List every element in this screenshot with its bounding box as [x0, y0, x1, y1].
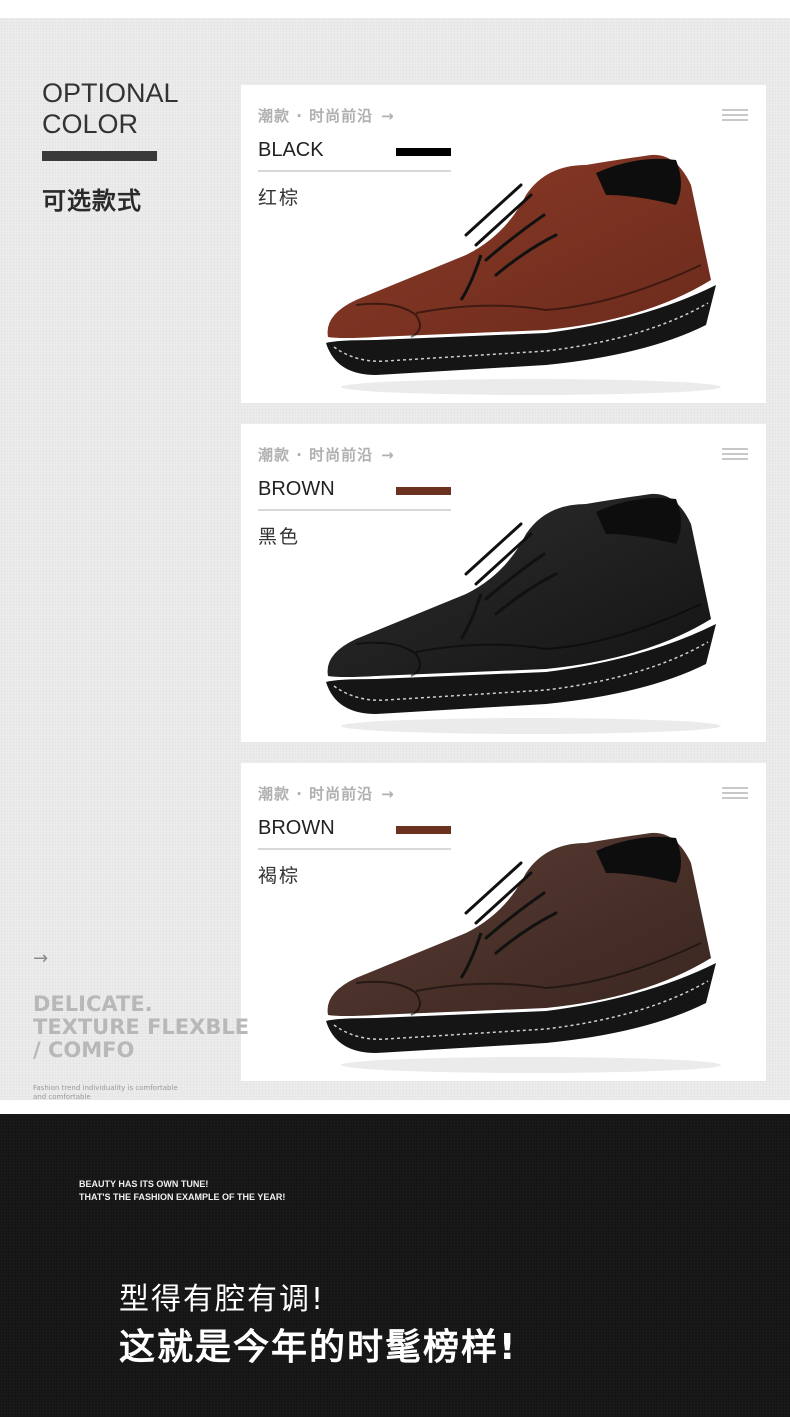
banner-en-text: BEAUTY HAS ITS OWN TUNE! THAT'S THE FASH… — [79, 1178, 285, 1204]
side-slogan: DELICATE. TEXTURE FLEXBLE / COMFO — [33, 993, 249, 1062]
color-card-2[interactable]: 潮款 · 时尚前沿 → BROWN 黑色 — [241, 424, 766, 742]
card-tag: 潮款 · 时尚前沿 → — [258, 785, 395, 803]
title-divider — [42, 151, 157, 161]
title-line-2: COLOR — [42, 109, 139, 139]
color-name-cn: 黑色 — [258, 526, 301, 548]
slogan-line: / COMFO — [33, 1038, 135, 1062]
menu-icon — [722, 109, 748, 123]
arrow-right-icon: → — [381, 107, 395, 125]
arrow-right-icon: → — [381, 785, 395, 803]
banner-en-line: BEAUTY HAS ITS OWN TUNE! — [79, 1179, 209, 1189]
side-caption: Fashion trend individuality is comfortab… — [33, 1084, 193, 1102]
section-title-cn: 可选款式 — [42, 187, 142, 215]
color-name-cn: 褐棕 — [258, 865, 301, 887]
slogan-line: DELICATE. — [33, 992, 153, 1016]
banner-cn-line-1: 型得有腔有调! — [119, 1282, 326, 1317]
color-name-en: BLACK — [258, 139, 324, 161]
shoe-image — [326, 154, 721, 395]
slogan-banner: BEAUTY HAS ITS OWN TUNE! THAT'S THE FASH… — [0, 1114, 790, 1417]
arrow-right-icon: → — [381, 446, 395, 464]
arrow-right-icon: → — [33, 948, 49, 969]
color-card-3[interactable]: 潮款 · 时尚前沿 → BROWN 褐棕 — [241, 763, 766, 1081]
product-color-page: OPTIONAL COLOR 可选款式 潮款 · 时尚前沿 → BLACK 红棕 … — [0, 0, 790, 1417]
menu-icon — [722, 448, 748, 462]
title-line-1: OPTIONAL — [42, 78, 179, 108]
card-tag: 潮款 · 时尚前沿 → — [258, 107, 395, 125]
banner-en-line: THAT'S THE FASHION EXAMPLE OF THE YEAR! — [79, 1192, 286, 1202]
color-options-section: OPTIONAL COLOR 可选款式 潮款 · 时尚前沿 → BLACK 红棕 … — [0, 18, 790, 1102]
menu-icon — [722, 787, 748, 801]
banner-cn-line-2: 这就是今年的时髦榜样! — [119, 1327, 518, 1368]
color-card-1[interactable]: 潮款 · 时尚前沿 → BLACK 红棕 — [241, 85, 766, 403]
shoe-image — [326, 832, 721, 1073]
section-title-en: OPTIONAL COLOR — [42, 78, 179, 140]
card-tag: 潮款 · 时尚前沿 → — [258, 446, 395, 464]
slogan-line: TEXTURE FLEXBLE — [33, 1015, 250, 1039]
caption-line: and comfortable — [33, 1093, 91, 1101]
color-name-cn: 红棕 — [258, 187, 301, 209]
shoe-image — [326, 493, 721, 734]
caption-line: Fashion trend individuality is comfortab… — [33, 1084, 178, 1092]
